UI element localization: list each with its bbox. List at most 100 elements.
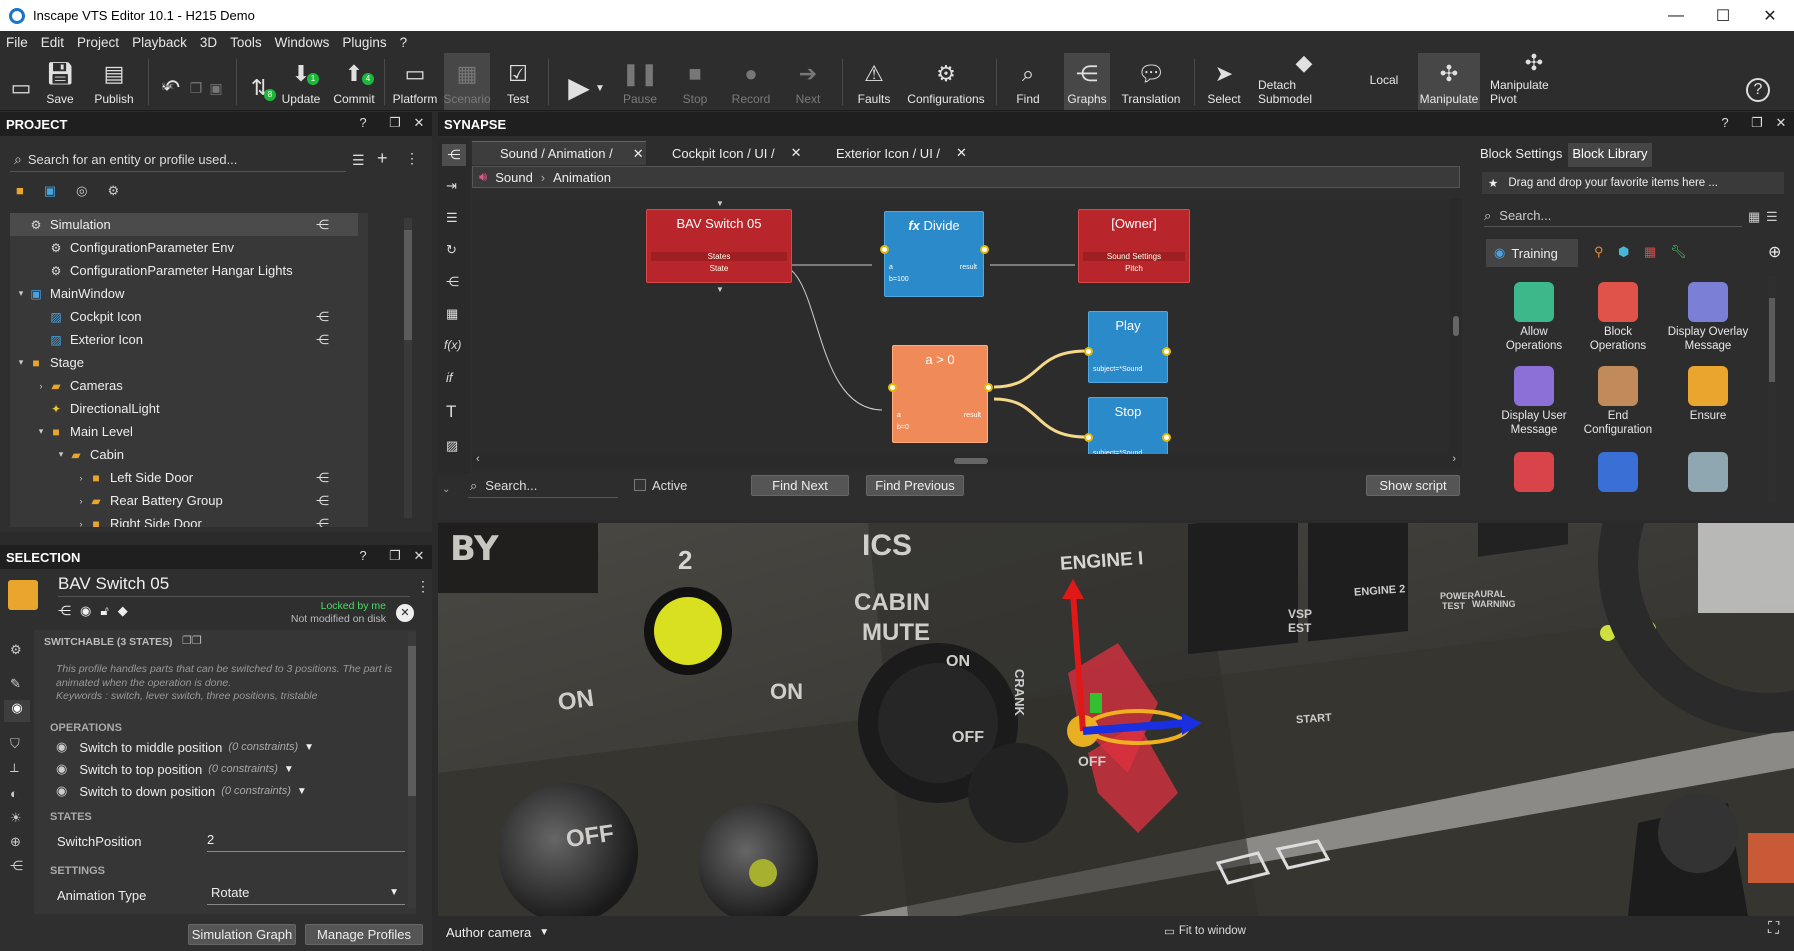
node-compare[interactable]: a > 0 a b=0 result bbox=[892, 345, 988, 443]
chevron-down-icon[interactable]: ▼ bbox=[284, 764, 294, 775]
library-search[interactable]: ⌕ Search... bbox=[1484, 205, 1742, 227]
fullscreen-icon[interactable]: ⛶ bbox=[1768, 920, 1779, 938]
category-ui-icon[interactable]: ▦ bbox=[1644, 244, 1656, 260]
chevron-down-icon[interactable]: ▼ bbox=[297, 786, 307, 797]
float-panel-icon[interactable]: ❐ bbox=[388, 116, 402, 130]
sync-button[interactable]: ⇅ 8 bbox=[244, 53, 276, 110]
tag-icon[interactable]: ◆ bbox=[118, 603, 128, 619]
grid-view-icon[interactable]: ▦ bbox=[1748, 209, 1760, 225]
filter-icon[interactable]: ☰ bbox=[352, 152, 365, 169]
show-script-button[interactable]: Show script bbox=[1366, 475, 1460, 496]
collapse-icon[interactable]: ⌄ bbox=[442, 484, 450, 495]
input-port[interactable] bbox=[1084, 433, 1093, 442]
platform-button[interactable]: ▭ Platform bbox=[392, 53, 438, 110]
scenario-button[interactable]: ▦ Scenario bbox=[443, 53, 491, 110]
flow-tab-icon[interactable]: ⋲ bbox=[10, 858, 23, 874]
find-previous-button[interactable]: Find Previous bbox=[866, 475, 964, 496]
category-3d-icon[interactable]: ⬢ bbox=[1618, 244, 1629, 260]
release-lock-button[interactable]: ✕ bbox=[396, 604, 414, 622]
graph-icon[interactable]: ⋲ bbox=[316, 470, 332, 485]
lock-icon[interactable]: 🔓︎ bbox=[100, 603, 108, 619]
graph-icon[interactable]: ⋲ bbox=[316, 217, 332, 232]
graph-icon[interactable]: ⋲ bbox=[58, 603, 71, 619]
chevron-down-icon[interactable]: ▼ bbox=[304, 742, 314, 753]
3d-viewport[interactable]: BY 2 ICS CABIN MUTE ON OFF ON OFF ON OFF… bbox=[438, 523, 1794, 916]
expand-arrow-icon[interactable]: ▾ bbox=[14, 288, 28, 299]
expand-arrow-icon[interactable]: › bbox=[34, 381, 48, 391]
tree-item[interactable]: ▾ ▣ MainWindow bbox=[10, 282, 358, 305]
translation-button[interactable]: 💬︎ Translation bbox=[1118, 53, 1184, 110]
physics-tab-icon[interactable]: ⟂ bbox=[10, 760, 19, 776]
shield-tab-icon[interactable]: ⛉ bbox=[10, 736, 20, 752]
tree-item[interactable]: ⚙ ConfigurationParameter Hangar Lights bbox=[10, 259, 358, 282]
graph-icon[interactable]: ⋲ bbox=[316, 332, 332, 347]
coordinate-space-dropdown[interactable]: Local bbox=[1358, 53, 1410, 110]
simulation-graph-button[interactable]: Simulation Graph bbox=[188, 924, 296, 945]
graphs-button[interactable]: ⋲ Graphs bbox=[1064, 53, 1110, 110]
input-port[interactable] bbox=[888, 383, 897, 392]
input-port[interactable] bbox=[1084, 347, 1093, 356]
close-icon[interactable]: ✕ bbox=[1774, 116, 1788, 130]
material-tab-icon[interactable]: ◐ bbox=[10, 786, 18, 801]
help-icon[interactable]: ? bbox=[1718, 116, 1732, 130]
view-filter-icon[interactable]: ◎ bbox=[76, 183, 87, 199]
switch-position-field[interactable]: 2 bbox=[207, 832, 405, 852]
maximize-button[interactable]: ☐ bbox=[1700, 0, 1746, 31]
tab-block-library[interactable]: Block Library bbox=[1568, 143, 1652, 167]
manage-profiles-button[interactable]: Manage Profiles bbox=[305, 924, 423, 945]
cut-button[interactable]: ✂ bbox=[156, 77, 180, 107]
graph-icon[interactable]: ⋲ bbox=[316, 309, 332, 324]
entity-filter-icon[interactable]: ■ bbox=[16, 183, 24, 199]
tree-item[interactable]: ✦ DirectionalLight bbox=[10, 397, 358, 420]
expand-arrow-icon[interactable]: ▾ bbox=[54, 449, 68, 460]
node-owner[interactable]: [Owner] Sound Settings Pitch bbox=[1078, 209, 1190, 283]
play-button[interactable]: ▶ bbox=[562, 53, 596, 110]
play-options-dropdown[interactable]: ▼ bbox=[592, 83, 608, 103]
float-panel-icon[interactable]: ❐ bbox=[388, 549, 402, 563]
manipulate-pivot-button[interactable]: ✣ Manipulate Pivot bbox=[1490, 52, 1578, 110]
close-icon[interactable]: ✕ bbox=[412, 116, 426, 130]
expand-arrow-icon[interactable]: ▾ bbox=[14, 357, 28, 368]
node-divide[interactable]: fx Divide a b=100 result bbox=[884, 211, 984, 297]
tree-item[interactable]: ▾ ■ Main Level bbox=[10, 420, 358, 443]
output-port[interactable] bbox=[1162, 433, 1171, 442]
block-display-user-message[interactable]: Display User Message bbox=[1494, 366, 1574, 437]
selection-scrollbar[interactable] bbox=[408, 632, 416, 908]
breadcrumb-sound[interactable]: Sound bbox=[495, 170, 533, 185]
node-stop[interactable]: Stop subject=*Sound bbox=[1088, 397, 1168, 457]
input-port[interactable] bbox=[880, 245, 889, 254]
output-port[interactable] bbox=[984, 383, 993, 392]
function-tool-icon[interactable]: f(x) bbox=[444, 338, 461, 352]
graph-canvas[interactable]: ▼ BAV Switch 05 States State ▼ fx Divide… bbox=[472, 199, 1462, 470]
expand-arrow-icon[interactable]: › bbox=[74, 496, 88, 506]
project-scrollbar[interactable] bbox=[404, 218, 412, 518]
manipulate-button[interactable]: ✣ Manipulate bbox=[1418, 53, 1480, 110]
tab-cockpit-icon[interactable]: Cockpit Icon / UI / ✕ bbox=[652, 141, 814, 165]
help-icon[interactable]: ? bbox=[356, 549, 370, 563]
menu-windows[interactable]: Windows bbox=[275, 35, 330, 50]
update-button[interactable]: ⬇ Update 1 bbox=[280, 53, 322, 110]
graph-tool-icon[interactable]: ⋲ bbox=[442, 144, 466, 166]
menu-help[interactable]: ? bbox=[400, 35, 408, 50]
ui-filter-icon[interactable]: ▣ bbox=[44, 183, 56, 199]
breadcrumb-animation[interactable]: Animation bbox=[553, 170, 611, 185]
project-search-input[interactable]: Search for an entity or profile used... bbox=[28, 152, 238, 167]
scene-tool-icon[interactable]: ▦ bbox=[446, 306, 458, 322]
menu-file[interactable]: File bbox=[6, 35, 28, 50]
input-tool-icon[interactable]: ⇥ bbox=[446, 178, 457, 194]
tab-exterior-icon[interactable]: Exterior Icon / UI / ✕ bbox=[814, 141, 984, 165]
block-allow-operations[interactable]: Allow Operations bbox=[1494, 282, 1574, 353]
float-panel-icon[interactable]: ❐ bbox=[1750, 116, 1764, 130]
tab-block-settings[interactable]: Block Settings bbox=[1476, 143, 1566, 167]
operation-top[interactable]: ◉ Switch to top position (0 constraints) ▼ bbox=[56, 761, 294, 777]
find-next-button[interactable]: Find Next bbox=[751, 475, 849, 496]
tree-item[interactable]: ▾ ▰ Cabin bbox=[10, 443, 358, 466]
help-icon[interactable]: ? bbox=[356, 116, 370, 130]
configurations-button[interactable]: ⚙ Configurations bbox=[906, 53, 986, 110]
expand-arrow-icon[interactable]: › bbox=[74, 519, 88, 528]
select-button[interactable]: ➤ Select bbox=[1202, 53, 1246, 110]
text-tool-icon[interactable]: T bbox=[446, 402, 456, 422]
list-view-icon[interactable]: ☰ bbox=[1766, 209, 1778, 225]
publish-button[interactable]: ▤ Publish bbox=[92, 53, 136, 110]
more-options-icon[interactable]: ⋮ bbox=[416, 578, 430, 595]
